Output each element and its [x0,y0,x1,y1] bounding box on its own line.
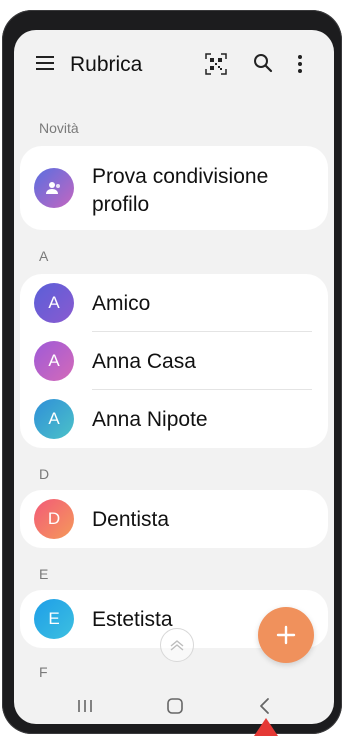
section-label-f: F [39,664,48,680]
contact-name: Prova condivisione profilo [92,163,268,219]
list-item[interactable]: A Anna Nipote [20,390,328,448]
section-label-d: D [39,466,50,482]
contact-name: Amico [92,292,151,315]
qr-code-icon[interactable] [205,53,227,75]
list-item[interactable]: A Amico [20,274,328,332]
contact-name: Anna Nipote [92,408,208,431]
avatar: E [34,599,74,639]
more-vertical-icon[interactable] [297,54,303,74]
list-item[interactable]: A Anna Casa [20,332,328,390]
system-nav-bar [14,688,334,724]
contact-name-line1: Prova condivisione [92,165,269,188]
pointer-marker [254,718,278,736]
list-item[interactable]: Prova condivisione profilo [20,146,328,230]
section-label-a: A [39,248,49,264]
home-icon[interactable] [166,697,184,715]
menu-icon[interactable] [36,56,54,70]
card-novita: Prova condivisione profilo [20,146,328,230]
card-d: D Dentista [20,490,328,548]
recents-icon[interactable] [76,698,94,714]
avatar: A [34,283,74,323]
contact-name: Dentista [92,508,170,531]
phone-frame: Rubrica Novità Prova condivisione profil… [2,10,342,734]
people-icon [46,182,60,194]
list-item[interactable]: D Dentista [20,490,328,548]
profile-avatar [34,168,74,208]
scroll-to-top-button[interactable] [160,628,194,662]
contact-name-line2: profilo [92,193,150,216]
avatar: A [34,399,74,439]
section-label-e: E [39,566,49,582]
back-icon[interactable] [258,697,272,715]
avatar: D [34,499,74,539]
plus-icon [276,625,296,645]
chevron-up-icon [170,640,184,651]
contact-name: Anna Casa [92,350,196,373]
app-bar: Rubrica [14,30,334,100]
add-contact-button[interactable] [258,607,314,663]
section-label-novita: Novità [39,120,79,136]
card-a: A Amico A Anna Casa A Anna Nipote [20,274,328,448]
page-title: Rubrica [70,53,143,76]
contacts-screen: Rubrica Novità Prova condivisione profil… [14,30,334,724]
search-icon[interactable] [253,53,273,73]
avatar: A [34,341,74,381]
